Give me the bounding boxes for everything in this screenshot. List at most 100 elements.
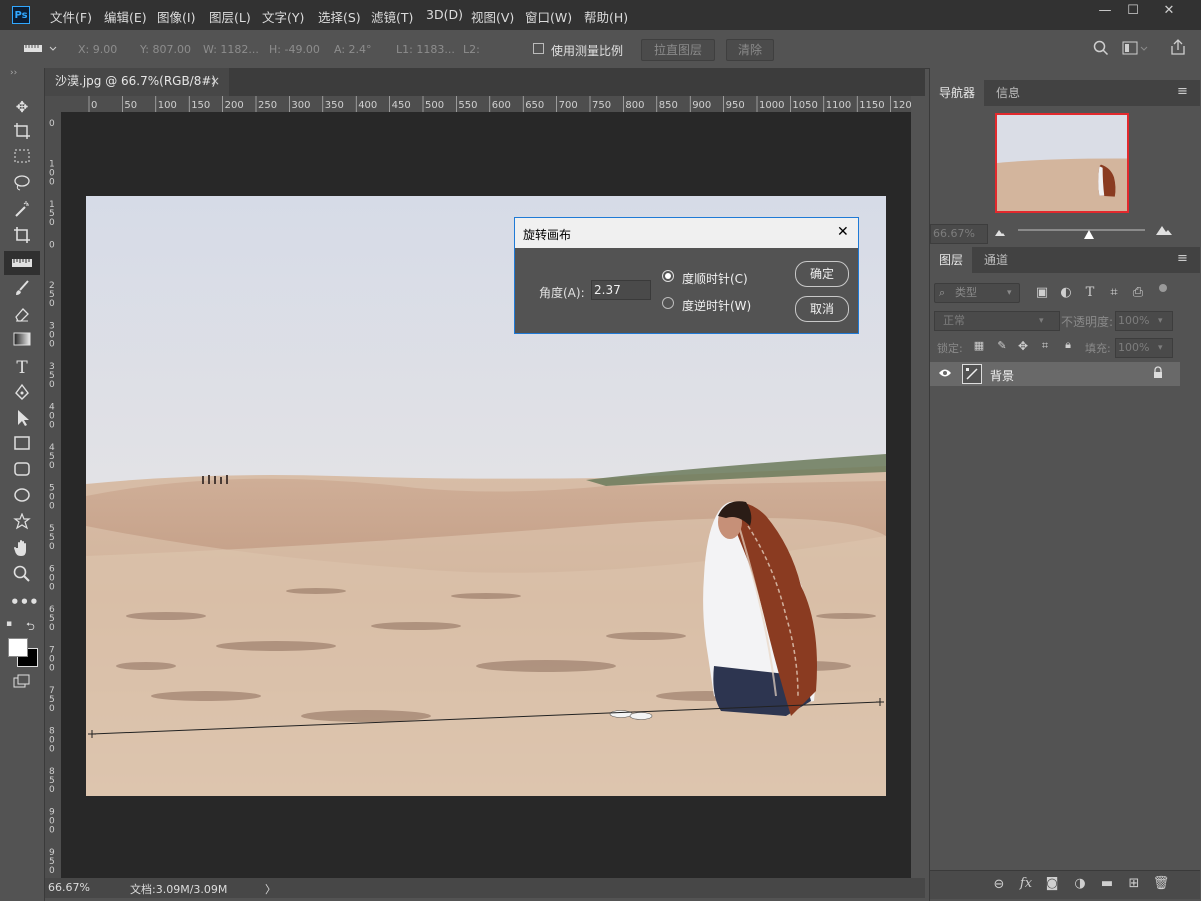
ruler-label: 500 xyxy=(425,100,444,111)
lock-position-icon[interactable]: ✥ xyxy=(1014,339,1032,353)
close-tab-icon[interactable]: × xyxy=(210,68,220,94)
type-tool-icon[interactable]: T xyxy=(10,357,34,379)
rectangle-tool-icon[interactable] xyxy=(10,435,34,457)
lock-image-icon[interactable]: ✎ xyxy=(993,339,1011,352)
menu-type[interactable]: 文字(Y) xyxy=(262,7,304,26)
clockwise-label[interactable]: 度顺时针(C) xyxy=(682,270,748,287)
zoom-out-mountain-icon[interactable] xyxy=(994,226,1006,240)
more-tools-icon[interactable]: ••• xyxy=(10,591,39,613)
fill-field[interactable]: 100% ▾ xyxy=(1115,338,1173,358)
rounded-rectangle-tool-icon[interactable] xyxy=(10,461,34,483)
document-tab[interactable]: 沙漠.jpg @ 66.7%(RGB/8#) × xyxy=(45,68,229,96)
ruler-tool-preset[interactable] xyxy=(20,42,60,56)
fx-icon[interactable]: fx xyxy=(1017,876,1035,891)
menu-layer[interactable]: 图层(L) xyxy=(209,7,251,26)
lock-artboard-icon[interactable]: ⌗ xyxy=(1036,339,1054,353)
ruler-label: 150 xyxy=(49,200,55,228)
use-scale-checkbox[interactable] xyxy=(533,43,544,54)
marquee-tool-icon[interactable] xyxy=(10,148,34,170)
filter-shape-icon[interactable]: ⌗ xyxy=(1105,285,1123,300)
link-layers-icon[interactable]: ⊖ xyxy=(990,877,1008,892)
swap-colors-icon[interactable]: ⮌ xyxy=(26,618,35,637)
menu-view[interactable]: 视图(V) xyxy=(471,7,514,26)
path-selection-tool-icon[interactable] xyxy=(10,409,34,431)
ok-button[interactable]: 确定 xyxy=(795,261,849,287)
straighten-layer-button[interactable]: 拉直图层 xyxy=(641,39,715,61)
angle-input[interactable] xyxy=(591,280,651,300)
layers-menu-icon[interactable]: ≡ xyxy=(1177,251,1188,266)
move-tool-icon[interactable]: ✥ xyxy=(10,96,34,118)
navigator-zoom-field[interactable]: 66.67% xyxy=(930,224,988,244)
screen-mode-icon[interactable] xyxy=(10,673,34,695)
lock-all-icon[interactable]: 🔒︎ xyxy=(1059,338,1077,352)
counterclockwise-radio[interactable] xyxy=(662,297,674,309)
maximize-button[interactable]: ☐ xyxy=(1116,0,1150,24)
status-menu-arrow[interactable]: 〉 xyxy=(265,881,276,897)
zoom-tool-icon[interactable] xyxy=(10,565,34,587)
filter-smart-object-icon[interactable]: ⎙ xyxy=(1129,285,1147,300)
tab-navigator[interactable]: 导航器 xyxy=(930,80,984,106)
menu-window[interactable]: 窗口(W) xyxy=(525,7,572,26)
filter-adjustment-icon[interactable]: ◐ xyxy=(1057,285,1075,300)
layer-filter-select[interactable]: ⌕ 类型 ▾ xyxy=(934,283,1020,303)
lasso-tool-icon[interactable] xyxy=(10,174,34,196)
crop-tool-icon[interactable] xyxy=(10,226,34,248)
delete-layer-icon[interactable]: 🗑︎ xyxy=(1152,876,1170,891)
hand-tool-icon[interactable] xyxy=(10,539,34,561)
ruler-label: 950 xyxy=(49,848,55,876)
eraser-tool-icon[interactable] xyxy=(10,305,34,327)
lock-transparent-icon[interactable]: ▦ xyxy=(970,339,988,352)
zoom-level[interactable]: 66.67% xyxy=(48,881,90,894)
close-window-button[interactable]: ✕ xyxy=(1152,0,1186,24)
filter-type-icon[interactable]: T xyxy=(1081,285,1099,300)
menu-3d[interactable]: 3D(D) xyxy=(426,7,463,22)
gradient-tool-icon[interactable] xyxy=(10,331,34,353)
blend-mode-select[interactable]: 正常 ▾ xyxy=(934,311,1060,331)
menu-select[interactable]: 选择(S) xyxy=(318,7,361,26)
navigator-zoom-slider[interactable] xyxy=(1018,229,1145,231)
workspace-icon[interactable] xyxy=(1122,41,1148,58)
tab-channels[interactable]: 通道 xyxy=(974,247,1018,273)
ruler-tool-button[interactable] xyxy=(4,251,40,275)
magic-wand-tool-icon[interactable] xyxy=(10,200,34,222)
cancel-button[interactable]: 取消 xyxy=(795,296,849,322)
opacity-field[interactable]: 100% ▾ xyxy=(1115,311,1173,331)
brush-tool-icon[interactable] xyxy=(10,279,34,301)
layer-name[interactable]: 背景 xyxy=(990,367,1014,384)
ellipse-tool-icon[interactable] xyxy=(10,487,34,509)
navigator-menu-icon[interactable]: ≡ xyxy=(1177,84,1188,99)
dialog-close-icon[interactable]: ✕ xyxy=(837,224,849,240)
menu-help[interactable]: 帮助(H) xyxy=(584,7,628,26)
menu-edit[interactable]: 编辑(E) xyxy=(104,7,147,26)
default-colors-icon[interactable]: ▪ xyxy=(6,619,12,629)
menu-filter[interactable]: 滤镜(T) xyxy=(371,7,413,26)
adjustment-layer-icon[interactable]: ◑ xyxy=(1071,876,1089,891)
new-layer-icon[interactable]: ⊞ xyxy=(1125,876,1143,891)
layer-row[interactable]: 背景 xyxy=(930,362,1180,386)
foreground-color-swatch[interactable] xyxy=(8,638,28,657)
counterclockwise-label[interactable]: 度逆时针(W) xyxy=(682,297,751,314)
menu-file[interactable]: 文件(F) xyxy=(50,7,92,26)
pen-tool-icon[interactable] xyxy=(10,383,34,405)
add-mask-icon[interactable]: ◙ xyxy=(1043,876,1061,891)
artboard-tool-icon[interactable] xyxy=(10,122,34,144)
zoom-in-mountain-icon[interactable] xyxy=(1155,224,1173,239)
custom-shape-tool-icon[interactable] xyxy=(10,512,34,535)
tab-info[interactable]: 信息 xyxy=(986,80,1030,106)
menu-image[interactable]: 图像(I) xyxy=(157,7,195,26)
clear-button[interactable]: 清除 xyxy=(726,39,774,61)
fill-label: 填充: xyxy=(1085,342,1111,355)
measure-y: Y: 807.00 xyxy=(140,43,191,56)
search-icon[interactable] xyxy=(1093,40,1109,59)
share-icon[interactable] xyxy=(1169,38,1187,59)
clockwise-radio[interactable] xyxy=(662,270,674,282)
group-folder-icon[interactable]: ▬ xyxy=(1098,876,1116,891)
navigator-slider-thumb[interactable] xyxy=(1084,230,1095,239)
tab-layers[interactable]: 图层 xyxy=(930,247,972,273)
visibility-eye-icon[interactable] xyxy=(938,367,952,382)
navigator-thumbnail[interactable] xyxy=(995,113,1129,213)
filter-pixel-icon[interactable]: ▣ xyxy=(1033,285,1051,300)
toolbar-collapse-icon[interactable]: ›› xyxy=(10,68,17,78)
filter-toggle-icon[interactable] xyxy=(1159,284,1167,292)
ruler-label: 450 xyxy=(392,100,411,111)
